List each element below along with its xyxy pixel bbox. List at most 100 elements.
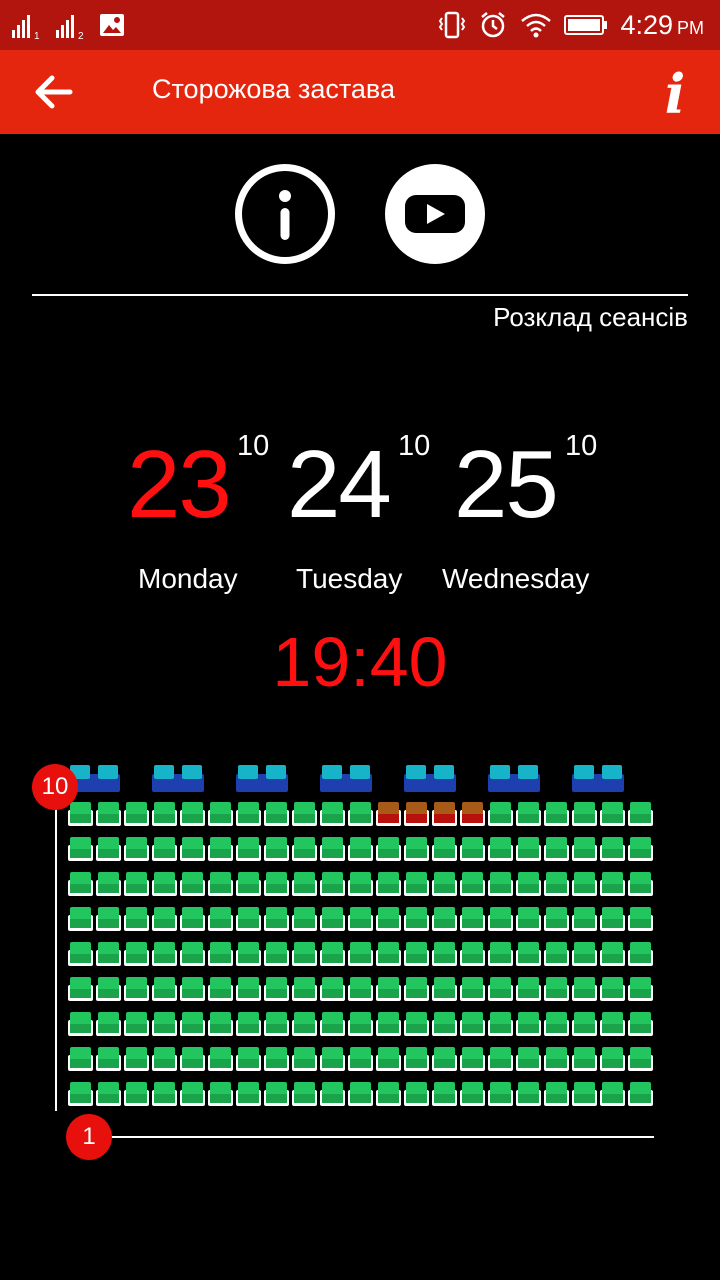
seat-free[interactable]	[292, 907, 317, 931]
seat-free[interactable]	[124, 837, 149, 861]
seat-free[interactable]	[68, 977, 93, 1001]
seat-free[interactable]	[208, 802, 233, 826]
seat-free[interactable]	[68, 907, 93, 931]
seat-free[interactable]	[292, 1082, 317, 1106]
seat-free[interactable]	[68, 802, 93, 826]
seat-free[interactable]	[264, 942, 289, 966]
seat-free[interactable]	[208, 942, 233, 966]
seat-free[interactable]	[208, 837, 233, 861]
seat-free[interactable]	[404, 837, 429, 861]
seat-free[interactable]	[376, 942, 401, 966]
seat-free[interactable]	[600, 802, 625, 826]
seat-free[interactable]	[68, 872, 93, 896]
seat-vip-pair[interactable]	[152, 765, 204, 792]
seat-free[interactable]	[320, 802, 345, 826]
seat-free[interactable]	[516, 942, 541, 966]
seat-free[interactable]	[208, 977, 233, 1001]
seat-free[interactable]	[460, 907, 485, 931]
seat-free[interactable]	[628, 942, 653, 966]
seat-free[interactable]	[488, 1047, 513, 1071]
seat-free[interactable]	[292, 1047, 317, 1071]
seat-free[interactable]	[488, 907, 513, 931]
seat-free[interactable]	[236, 1082, 261, 1106]
seat-free[interactable]	[544, 1082, 569, 1106]
seat-free[interactable]	[628, 977, 653, 1001]
seat-free[interactable]	[572, 1012, 597, 1036]
seat-free[interactable]	[460, 872, 485, 896]
seat-free[interactable]	[208, 872, 233, 896]
seat-free[interactable]	[600, 837, 625, 861]
seat-free[interactable]	[68, 942, 93, 966]
seat-free[interactable]	[292, 872, 317, 896]
seat-free[interactable]	[600, 907, 625, 931]
seat-free[interactable]	[264, 837, 289, 861]
seat-free[interactable]	[572, 837, 597, 861]
seat-free[interactable]	[404, 1082, 429, 1106]
seat-free[interactable]	[236, 977, 261, 1001]
seat-free[interactable]	[404, 942, 429, 966]
seat-free[interactable]	[152, 1012, 177, 1036]
seat-free[interactable]	[600, 1012, 625, 1036]
seat-free[interactable]	[348, 872, 373, 896]
seat-free[interactable]	[516, 1082, 541, 1106]
seat-vip-pair[interactable]	[404, 765, 456, 792]
seat-free[interactable]	[96, 802, 121, 826]
seat-free[interactable]	[152, 802, 177, 826]
seat-free[interactable]	[628, 837, 653, 861]
seat-free[interactable]	[96, 907, 121, 931]
seat-free[interactable]	[516, 977, 541, 1001]
seat-free[interactable]	[432, 977, 457, 1001]
seat-free[interactable]	[152, 1047, 177, 1071]
seat-free[interactable]	[236, 802, 261, 826]
seat-free[interactable]	[236, 837, 261, 861]
seat-free[interactable]	[376, 1012, 401, 1036]
seat-free[interactable]	[152, 1082, 177, 1106]
seat-free[interactable]	[488, 802, 513, 826]
seat-free[interactable]	[432, 942, 457, 966]
seat-free[interactable]	[68, 1082, 93, 1106]
seat-free[interactable]	[180, 802, 205, 826]
seat-free[interactable]	[488, 1082, 513, 1106]
seat-free[interactable]	[516, 907, 541, 931]
seat-free[interactable]	[292, 1012, 317, 1036]
seat-free[interactable]	[180, 1082, 205, 1106]
seat-free[interactable]	[264, 872, 289, 896]
seat-free[interactable]	[572, 907, 597, 931]
seat-free[interactable]	[460, 1082, 485, 1106]
seat-free[interactable]	[404, 977, 429, 1001]
seat-free[interactable]	[152, 907, 177, 931]
seat-free[interactable]	[572, 942, 597, 966]
seat-free[interactable]	[264, 1082, 289, 1106]
seat-free[interactable]	[180, 1047, 205, 1071]
seat-free[interactable]	[124, 1012, 149, 1036]
seat-free[interactable]	[68, 837, 93, 861]
seat-free[interactable]	[516, 837, 541, 861]
seat-free[interactable]	[96, 1082, 121, 1106]
seat-free[interactable]	[208, 1047, 233, 1071]
seat-free[interactable]	[572, 977, 597, 1001]
seat-free[interactable]	[432, 907, 457, 931]
seat-free[interactable]	[124, 802, 149, 826]
seat-free[interactable]	[348, 907, 373, 931]
seat-free[interactable]	[124, 977, 149, 1001]
seat-free[interactable]	[292, 837, 317, 861]
seat-free[interactable]	[600, 977, 625, 1001]
seat-free[interactable]	[544, 1012, 569, 1036]
seat-free[interactable]	[96, 837, 121, 861]
seat-free[interactable]	[124, 1047, 149, 1071]
seat-free[interactable]	[376, 977, 401, 1001]
seat-free[interactable]	[404, 1047, 429, 1071]
seat-free[interactable]	[572, 1047, 597, 1071]
seat-free[interactable]	[376, 1082, 401, 1106]
seat-free[interactable]	[432, 1047, 457, 1071]
seat-free[interactable]	[628, 907, 653, 931]
seat-free[interactable]	[236, 942, 261, 966]
seat-free[interactable]	[124, 872, 149, 896]
seat-free[interactable]	[404, 872, 429, 896]
seat-free[interactable]	[460, 1012, 485, 1036]
seat-free[interactable]	[628, 1047, 653, 1071]
seat-free[interactable]	[96, 1012, 121, 1036]
seat-vip-pair[interactable]	[320, 765, 372, 792]
seat-free[interactable]	[152, 837, 177, 861]
seat-free[interactable]	[264, 1012, 289, 1036]
